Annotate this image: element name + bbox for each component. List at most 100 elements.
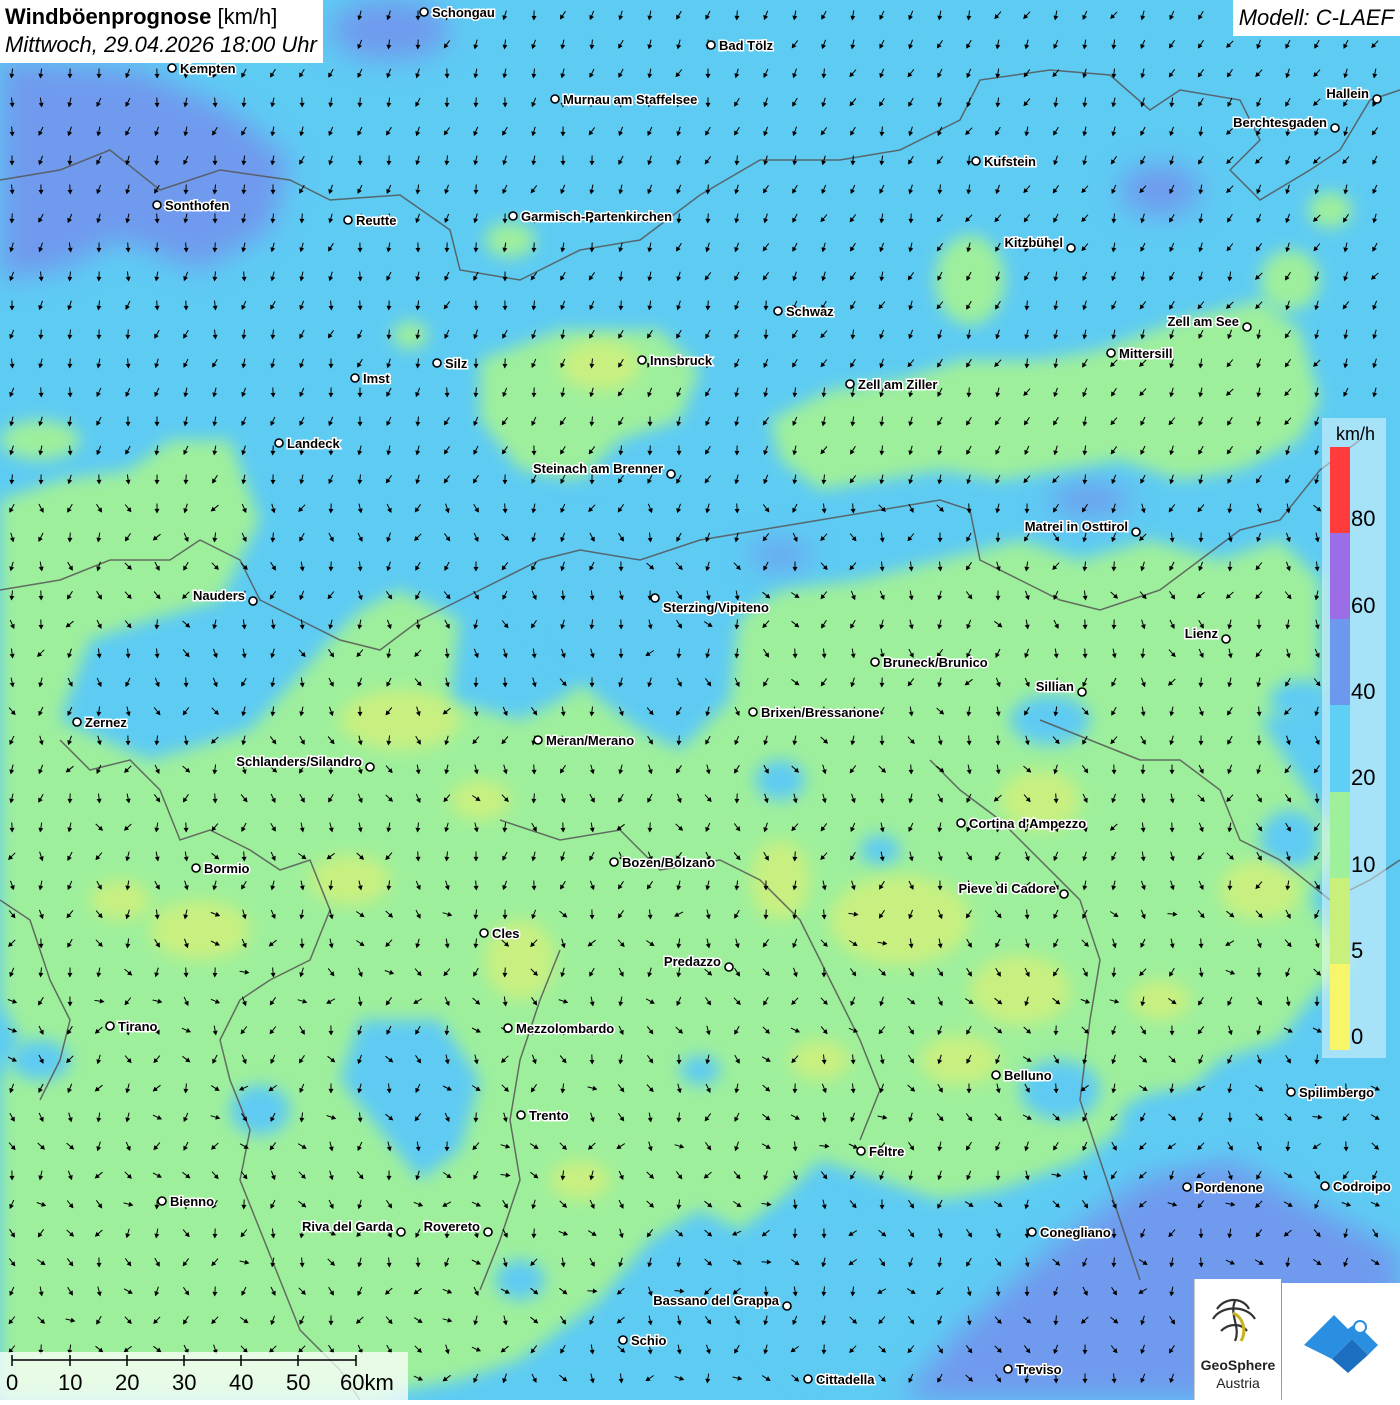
- city-label: Cortina d'Ampezzo: [969, 816, 1086, 831]
- city-label: Sonthofen: [165, 198, 229, 213]
- city-marker: [846, 380, 854, 388]
- city-label: Bruneck/Brunico: [883, 655, 988, 670]
- city-label: Schongau: [432, 5, 495, 20]
- city-marker: [1132, 528, 1140, 536]
- city-marker: [433, 359, 441, 367]
- city-marker: [619, 1336, 627, 1344]
- legend-tick-label: 5: [1351, 938, 1363, 964]
- city-marker: [1028, 1228, 1036, 1236]
- city-label: Pieve di Cadore: [958, 881, 1056, 896]
- city-label: Nauders: [193, 588, 245, 603]
- app-logo[interactable]: [1282, 1283, 1400, 1400]
- model-label: Modell: C-LAEF: [1233, 0, 1400, 36]
- map-title: Windböenprognose [km/h]: [5, 3, 317, 31]
- city-marker: [158, 1197, 166, 1205]
- legend-unit: km/h: [1336, 424, 1375, 445]
- scale-label-20: 20: [115, 1370, 139, 1396]
- legend-tick-label: 40: [1351, 679, 1375, 705]
- legend-tick-label: 60: [1351, 593, 1375, 619]
- city-marker: [804, 1375, 812, 1383]
- city-label: Bienno: [170, 1194, 214, 1209]
- scale-label-60km: 60km: [340, 1370, 394, 1396]
- city-label: Cittadella: [816, 1372, 875, 1387]
- city-marker: [651, 594, 659, 602]
- city-label: Sillian: [1036, 679, 1074, 694]
- city-marker: [667, 470, 675, 478]
- city-label: Hallein: [1326, 86, 1369, 101]
- city-label: Zernez: [85, 715, 127, 730]
- city-label: Kufstein: [984, 154, 1036, 169]
- city-marker: [504, 1024, 512, 1032]
- city-marker: [249, 597, 257, 605]
- city-label: Schio: [631, 1333, 666, 1348]
- city-marker: [517, 1111, 525, 1119]
- city-label: Berchtesgaden: [1233, 115, 1327, 130]
- city-marker: [992, 1071, 1000, 1079]
- legend-swatch: [1330, 533, 1350, 620]
- city-marker: [351, 374, 359, 382]
- city-label: Mittersill: [1119, 346, 1172, 361]
- city-marker: [1331, 124, 1339, 132]
- city-marker: [725, 963, 733, 971]
- legend-swatch: [1330, 792, 1350, 879]
- city-label: Schlanders/Silandro: [236, 754, 362, 769]
- city-label: Conegliano: [1040, 1225, 1111, 1240]
- city-label: Sterzing/Vipiteno: [663, 600, 769, 615]
- city-marker: [1004, 1365, 1012, 1373]
- title-box: Windböenprognose [km/h] Mittwoch, 29.04.…: [0, 0, 323, 63]
- geosphere-logo[interactable]: GeoSphere Austria: [1194, 1279, 1281, 1400]
- city-label: Feltre: [869, 1144, 904, 1159]
- city-label: Kitzbühel: [1005, 235, 1064, 250]
- city-marker: [707, 41, 715, 49]
- city-label: Innsbruck: [650, 353, 713, 368]
- city-marker: [1243, 323, 1251, 331]
- city-label: Treviso: [1016, 1362, 1062, 1377]
- legend-swatch: [1330, 619, 1350, 706]
- city-marker: [275, 439, 283, 447]
- legend-swatch: [1330, 878, 1350, 965]
- city-label: Pordenone: [1195, 1180, 1263, 1195]
- city-marker: [1373, 95, 1381, 103]
- city-label: Reutte: [356, 213, 396, 228]
- city-label: Zell am See: [1167, 314, 1239, 329]
- city-label: Lienz: [1185, 626, 1219, 641]
- city-label: Predazzo: [664, 954, 721, 969]
- city-label: Riva del Garda: [302, 1219, 394, 1234]
- city-label: Brixen/Bressanone: [761, 705, 880, 720]
- city-label: Belluno: [1004, 1068, 1052, 1083]
- city-marker: [1183, 1183, 1191, 1191]
- city-marker: [366, 763, 374, 771]
- legend-tick-label: 0: [1351, 1024, 1363, 1050]
- scale-label-30: 30: [172, 1370, 196, 1396]
- city-label: Kempten: [180, 61, 236, 76]
- city-marker: [420, 8, 428, 16]
- city-marker: [774, 307, 782, 315]
- city-label: Schwaz: [786, 304, 834, 319]
- city-marker: [610, 858, 618, 866]
- city-marker: [1321, 1182, 1329, 1190]
- city-label: Spilimbergo: [1299, 1085, 1374, 1100]
- city-marker: [1060, 890, 1068, 898]
- scale-label-10: 10: [58, 1370, 82, 1396]
- city-marker: [871, 658, 879, 666]
- city-marker: [73, 718, 81, 726]
- city-label: Bassano del Grappa: [653, 1293, 779, 1308]
- city-label: Rovereto: [424, 1219, 480, 1234]
- city-marker: [168, 64, 176, 72]
- city-marker: [192, 864, 200, 872]
- city-label: Bormio: [204, 861, 250, 876]
- legend-swatch: [1330, 447, 1350, 534]
- city-label: Matrei in Osttirol: [1025, 519, 1128, 534]
- city-label: Bozen/Bolzano: [622, 855, 715, 870]
- city-label: Tirano: [118, 1019, 158, 1034]
- city-label: Silz: [445, 356, 468, 371]
- city-label: Trento: [529, 1108, 569, 1123]
- city-label: Bad Tölz: [719, 38, 774, 53]
- city-marker: [534, 736, 542, 744]
- legend-tick-label: 10: [1351, 852, 1375, 878]
- legend-swatch: [1330, 964, 1350, 1051]
- city-marker: [106, 1022, 114, 1030]
- city-marker: [344, 216, 352, 224]
- city-marker: [957, 819, 965, 827]
- wind-app-icon: [1282, 1283, 1400, 1400]
